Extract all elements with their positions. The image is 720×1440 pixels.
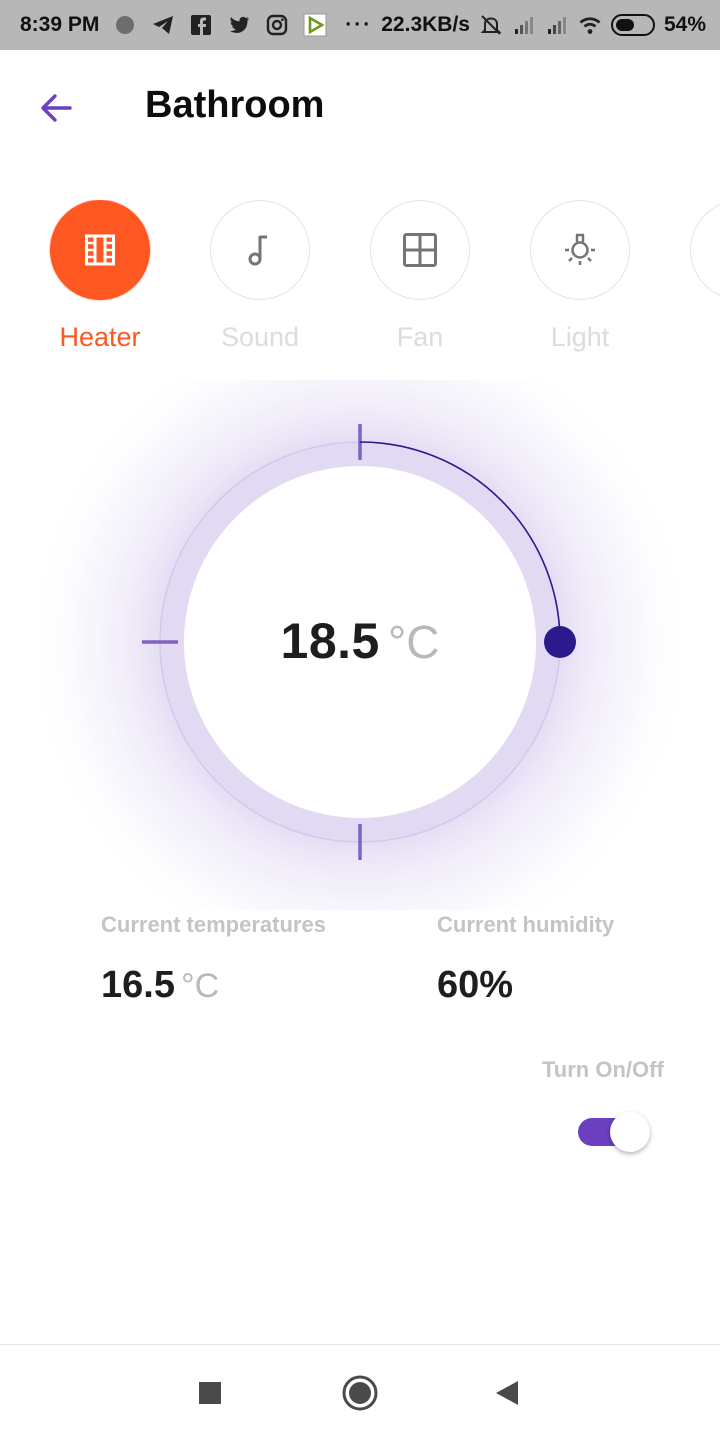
mute-icon [479, 13, 503, 37]
current-humidity: Current humidity 60% [437, 912, 614, 1007]
device-sound-label: Sound [220, 322, 300, 352]
recent-apps-button[interactable] [186, 1369, 234, 1417]
heater-icon [85, 234, 115, 266]
grid-icon [403, 233, 437, 267]
back-button[interactable] [30, 82, 82, 134]
arrow-left-icon [41, 94, 72, 122]
bulb-icon [565, 233, 595, 265]
device-fan-button[interactable] [370, 200, 470, 300]
app-icon [303, 13, 327, 37]
music-note-icon [248, 235, 267, 266]
instagram-icon [265, 13, 289, 37]
device-light-label: Light [550, 322, 610, 352]
battery-percent: 54% [663, 13, 706, 36]
signal-icon [545, 13, 569, 37]
status-time: 8:39 PM [20, 13, 100, 36]
power-toggle[interactable] [576, 1110, 652, 1154]
device-selector: Heater Sound Fan Light [0, 200, 720, 370]
current-temperature-unit: °C [180, 967, 220, 1005]
device-heater-label: Heater [59, 322, 141, 352]
battery-level-fill [615, 19, 635, 31]
back-icon [496, 1381, 518, 1405]
power-toggle-thumb [610, 1112, 650, 1152]
device-light-button[interactable] [530, 200, 630, 300]
current-temperature-label: Current temperatures [101, 912, 326, 937]
current-temperature-value: 16.5 [101, 964, 175, 1006]
device-sound-button[interactable] [210, 200, 310, 300]
recent-apps-icon [199, 1382, 221, 1404]
set-temperature: 18.5 °C [0, 612, 720, 670]
telegram-icon [151, 13, 175, 37]
wifi-icon [578, 13, 602, 37]
current-temperature-value-row: 16.5 °C [101, 964, 326, 1007]
current-humidity-label: Current humidity [437, 912, 615, 937]
set-temperature-unit: °C [387, 616, 440, 668]
facebook-icon [189, 13, 213, 37]
network-speed: 22.3KB/s [381, 13, 470, 36]
more-dots-icon: ··· [345, 13, 373, 36]
device-heater-button[interactable] [50, 200, 150, 300]
device-next-partial[interactable]: I [685, 200, 720, 353]
battery-icon [610, 14, 655, 36]
device-fan[interactable]: Fan [365, 200, 475, 353]
home-button[interactable] [336, 1369, 384, 1417]
device-fan-label: Fan [396, 322, 444, 352]
home-icon [342, 1375, 378, 1411]
signal-icon [512, 13, 536, 37]
set-temperature-value: 18.5 [280, 613, 380, 669]
navigation-bar [0, 1344, 720, 1440]
current-humidity-value: 60% [437, 964, 514, 1006]
device-heater[interactable]: Heater [45, 200, 155, 353]
page-title: Bathroom [145, 84, 325, 126]
system-back-button[interactable] [483, 1369, 531, 1417]
power-toggle-label: Turn On/Off [542, 1057, 664, 1082]
notification-dot-icon [113, 13, 137, 37]
header: Bathroom [0, 50, 720, 164]
status-bar: 8:39 PM ··· 22.3KB/s 54% [0, 0, 720, 50]
current-temperature: Current temperatures 16.5 °C [101, 912, 326, 1007]
device-next-button[interactable] [690, 200, 720, 300]
twitter-icon [227, 13, 251, 37]
device-sound[interactable]: Sound [205, 200, 315, 353]
thermostat-dial[interactable]: 18.5 °C [0, 380, 720, 910]
device-light[interactable]: Light [525, 200, 635, 353]
